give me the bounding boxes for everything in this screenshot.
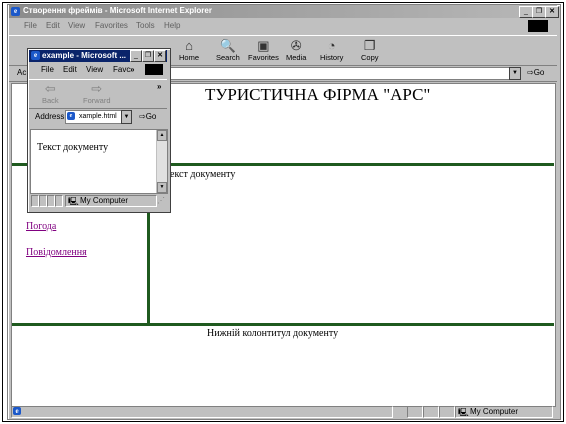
address-label: Ac: [17, 68, 27, 77]
scroll-down-icon[interactable]: ▼: [157, 182, 167, 193]
ie-logo-icon: e: [11, 7, 20, 16]
popup-go-button[interactable]: ⇨Go: [139, 112, 156, 121]
status-zone-panel: 🖳 My Computer: [455, 406, 553, 418]
popup-status-panel-4: [55, 195, 63, 207]
history-label: History: [320, 53, 344, 62]
menu-edit[interactable]: Edit: [46, 21, 60, 30]
main-frame-text: екст документу: [170, 169, 236, 180]
menu-favorites[interactable]: Favorites: [95, 21, 128, 30]
address-dropdown-icon[interactable]: ▼: [509, 67, 521, 80]
scroll-up-icon[interactable]: ▲: [157, 130, 167, 141]
popup-maximize-button[interactable]: ❐: [142, 50, 154, 62]
status-panel-2: [423, 406, 439, 418]
popup-windows-logo-icon: [145, 64, 163, 75]
computer-icon: 🖳: [458, 408, 469, 417]
go-button[interactable]: ⇨Go: [527, 68, 544, 77]
popup-content-text: Текст документу: [37, 142, 109, 153]
popup-toolbar: ⇦ Back ⇨ Forward »: [29, 79, 167, 109]
popup-status-panel-3: [47, 195, 55, 207]
popup-toolbar-chevron-icon[interactable]: »: [157, 82, 161, 91]
popup-address-value: xample.html: [79, 113, 117, 120]
menu-view[interactable]: View: [68, 21, 85, 30]
status-panel-1: [407, 406, 423, 418]
popup-address-dropdown-icon[interactable]: ▼: [121, 110, 132, 124]
popup-menu-chevron-icon[interactable]: »: [130, 65, 134, 74]
page-status-icon: e: [13, 407, 21, 415]
favorites-label: Favorites: [248, 53, 279, 62]
status-panel-3: [439, 406, 455, 418]
popup-forward-button[interactable]: ⇨ Forward: [83, 81, 111, 105]
copy-icon: ❐: [363, 38, 376, 53]
back-label: Back: [42, 96, 59, 105]
popup-go-label: Go: [145, 112, 157, 121]
popup-address-label: Address: [35, 112, 65, 121]
windows-logo-icon: [528, 20, 548, 32]
forward-arrow-icon: ⇨: [91, 81, 103, 96]
status-text-panel: e: [11, 406, 393, 418]
popup-go-arrow-icon: ⇨: [139, 112, 146, 121]
media-button[interactable]: ✇ Media: [286, 38, 306, 62]
popup-ie-logo-icon: e: [31, 51, 40, 60]
popup-menu-view[interactable]: View: [86, 65, 103, 74]
home-icon: ⌂: [185, 38, 193, 53]
home-label: Home: [179, 53, 200, 62]
popup-status-zone-panel: 🖳 My Computer: [65, 195, 157, 207]
main-window-title: Створення фреймів - Microsoft Internet E…: [23, 6, 212, 15]
popup-status-panel-1: [31, 195, 39, 207]
main-status-bar: e 🖳 My Computer: [9, 406, 557, 418]
search-icon: 🔍: [219, 38, 236, 53]
history-icon: ◔: [327, 38, 336, 53]
forward-label: Forward: [83, 96, 111, 105]
main-menu-bar: File Edit View Favorites Tools Help: [9, 19, 557, 33]
go-arrow-icon: ⇨: [527, 68, 534, 77]
popup-status-bar: 🖳 My Computer ⋰: [29, 195, 167, 208]
home-button[interactable]: ⌂ Home: [179, 38, 199, 62]
footer-text: Нижній колонтитул документу: [207, 328, 339, 339]
popup-status-panel-2: [39, 195, 47, 207]
menu-file[interactable]: File: [24, 21, 37, 30]
page-heading: ТУРИСТИЧНА ФІРМА "АРС": [205, 85, 431, 104]
copy-button[interactable]: ❐ Copy: [361, 38, 379, 62]
address-input[interactable]: [169, 67, 521, 80]
popup-menu-edit[interactable]: Edit: [63, 65, 77, 74]
history-button[interactable]: ◔ History: [320, 38, 343, 62]
popup-close-button[interactable]: ✕: [154, 50, 166, 62]
resize-grip-icon[interactable]: ⋰: [157, 196, 165, 205]
popup-minimize-button[interactable]: _: [130, 50, 142, 62]
status-zone-label: My Computer: [470, 407, 519, 416]
menu-tools[interactable]: Tools: [136, 21, 155, 30]
back-arrow-icon: ⇦: [44, 81, 56, 96]
maximize-button[interactable]: ❐: [532, 6, 546, 18]
popup-address-bar: Address e xample.html ▼ ⇨Go: [29, 109, 167, 126]
main-title-bar[interactable]: e Створення фреймів - Microsoft Internet…: [9, 5, 559, 18]
media-icon: ✇: [290, 38, 302, 53]
popup-status-zone-label: My Computer: [80, 196, 129, 205]
popup-scrollbar[interactable]: ▲ ▼: [156, 130, 167, 193]
popup-computer-icon: 🖳: [68, 197, 79, 206]
search-label: Search: [216, 53, 240, 62]
frame-divider-bottom[interactable]: [12, 323, 554, 326]
popup-window-title: example - Microsoft ...: [42, 51, 127, 60]
link-weather[interactable]: Погода: [26, 221, 56, 232]
popup-title-bar[interactable]: e example - Microsoft ... _ ❐ ✕: [29, 50, 167, 62]
popup-menu-file[interactable]: File: [41, 65, 54, 74]
media-label: Media: [286, 53, 307, 62]
close-button[interactable]: ✕: [545, 6, 559, 18]
go-label: Go: [533, 68, 545, 77]
favorites-icon: ▣: [257, 38, 270, 53]
search-button[interactable]: 🔍 Search: [216, 38, 240, 62]
popup-menu-favorites[interactable]: Favc: [113, 65, 130, 74]
popup-menu-bar: File Edit View Favc »: [29, 63, 167, 77]
popup-back-button[interactable]: ⇦ Back: [42, 81, 59, 105]
copy-label: Copy: [361, 53, 379, 62]
link-messages[interactable]: Повідомлення: [26, 247, 87, 258]
menu-help[interactable]: Help: [164, 21, 180, 30]
popup-content-area: Текст документу ▲ ▼: [30, 129, 168, 194]
minimize-button[interactable]: _: [519, 6, 533, 18]
popup-page-icon: e: [67, 112, 75, 120]
favorites-button[interactable]: ▣ Favorites: [248, 38, 279, 62]
